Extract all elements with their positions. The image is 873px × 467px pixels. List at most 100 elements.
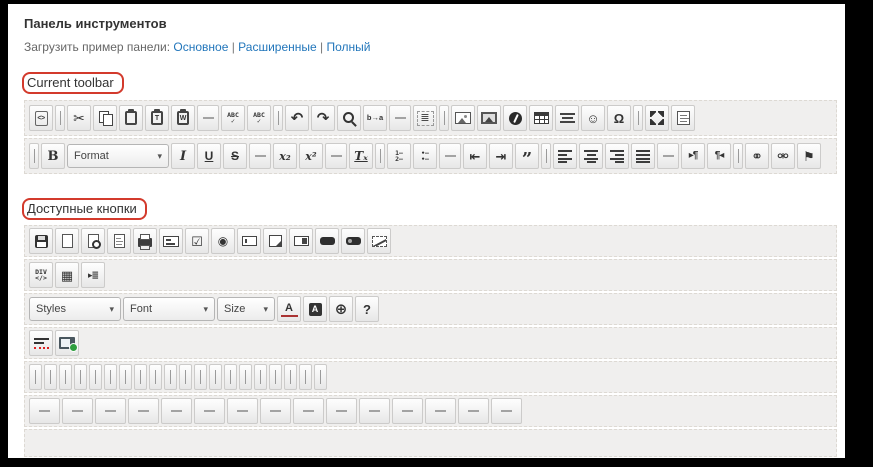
separator-button[interactable] — [179, 364, 192, 390]
separator-button[interactable] — [104, 364, 117, 390]
separator-button[interactable] — [89, 364, 102, 390]
separator-button[interactable] — [224, 364, 237, 390]
show-blocks-button[interactable] — [671, 105, 695, 131]
disabled-separator-button[interactable] — [326, 398, 357, 424]
bold-button[interactable]: B — [41, 143, 65, 169]
redo-button[interactable]: ↷ — [311, 105, 335, 131]
sample-link-0[interactable]: Основное — [173, 40, 228, 54]
image-button-button[interactable] — [341, 228, 365, 254]
source-button[interactable]: <> — [29, 105, 53, 131]
bg-color-button[interactable]: A — [303, 296, 327, 322]
disabled-separator-button[interactable] — [227, 398, 258, 424]
separator-button[interactable] — [59, 364, 72, 390]
separator-button[interactable] — [375, 143, 385, 169]
separator-button[interactable] — [273, 105, 283, 131]
disabled-separator-button[interactable] — [249, 143, 271, 169]
strike-button[interactable]: S — [223, 143, 247, 169]
about-button[interactable]: ? — [355, 296, 379, 322]
disabled-separator-button[interactable] — [293, 398, 324, 424]
sample-link-1[interactable]: Расширенные — [238, 40, 317, 54]
separator-button[interactable] — [29, 143, 39, 169]
blockquote-button[interactable]: ” — [515, 143, 539, 169]
justify-left-button[interactable] — [553, 143, 577, 169]
separator-button[interactable] — [119, 364, 132, 390]
disabled-separator-button[interactable] — [62, 398, 93, 424]
paste-word-button[interactable]: W — [171, 105, 195, 131]
bidi-rtl-button[interactable]: ¶◂ — [707, 143, 731, 169]
separator-button[interactable] — [269, 364, 282, 390]
separator-button[interactable] — [733, 143, 743, 169]
disabled-separator-button[interactable] — [29, 398, 60, 424]
separator-button[interactable] — [74, 364, 87, 390]
format-combo[interactable]: Format — [67, 144, 169, 168]
scayt-button[interactable]: ABC ✓ — [247, 105, 271, 131]
flash-button[interactable] — [503, 105, 527, 131]
paste-text-button[interactable]: T — [145, 105, 169, 131]
separator-button[interactable] — [134, 364, 147, 390]
separator-button[interactable] — [284, 364, 297, 390]
separator-button[interactable] — [439, 105, 449, 131]
separator-button[interactable] — [44, 364, 57, 390]
disabled-separator-button[interactable] — [389, 105, 411, 131]
disabled-separator-button[interactable] — [161, 398, 192, 424]
spell-underline-button[interactable] — [29, 330, 53, 356]
cut-button[interactable]: ✂ — [67, 105, 91, 131]
media-button[interactable] — [55, 330, 79, 356]
size-combo[interactable]: Size — [217, 297, 275, 321]
disabled-separator-button[interactable] — [657, 143, 679, 169]
link-button[interactable]: ⚭ — [745, 143, 769, 169]
disabled-separator-button[interactable] — [194, 398, 225, 424]
subscript-button[interactable]: x₂ — [273, 143, 297, 169]
sample-link-2[interactable]: Полный — [326, 40, 370, 54]
div-container-button[interactable]: DIV </> — [29, 262, 53, 288]
indent-button[interactable]: ⇥ — [489, 143, 513, 169]
remove-format-button[interactable]: Tₓ — [349, 143, 373, 169]
text-color-button[interactable]: A — [277, 296, 301, 322]
disabled-separator-button[interactable] — [458, 398, 489, 424]
justify-block-button[interactable] — [631, 143, 655, 169]
maximize-button[interactable] — [645, 105, 669, 131]
superscript-button[interactable]: x² — [299, 143, 323, 169]
globe-button[interactable]: ⊕ — [329, 296, 353, 322]
replace-button[interactable]: b→a — [363, 105, 387, 131]
outdent-button[interactable]: ⇤ — [463, 143, 487, 169]
undo-button[interactable]: ↶ — [285, 105, 309, 131]
italic-button[interactable]: I — [171, 143, 195, 169]
text-field-button[interactable] — [237, 228, 261, 254]
disabled-separator-button[interactable] — [325, 143, 347, 169]
language-button[interactable]: ▦ — [55, 262, 79, 288]
justify-right-button[interactable] — [605, 143, 629, 169]
smiley-button[interactable]: ☺ — [581, 105, 605, 131]
separator-button[interactable] — [149, 364, 162, 390]
bulleted-list-button[interactable]: •— •— — [413, 143, 437, 169]
numbered-list-button[interactable]: 1— 2— — [387, 143, 411, 169]
horizontal-rule-button[interactable] — [555, 105, 579, 131]
preview-button[interactable] — [81, 228, 105, 254]
separator-button[interactable] — [164, 364, 177, 390]
disabled-separator-button[interactable] — [359, 398, 390, 424]
disabled-separator-button[interactable] — [425, 398, 456, 424]
print-button[interactable] — [133, 228, 157, 254]
new-page-button[interactable] — [55, 228, 79, 254]
font-combo[interactable]: Font — [123, 297, 215, 321]
separator-button[interactable] — [29, 364, 42, 390]
separator-button[interactable] — [209, 364, 222, 390]
disabled-separator-button[interactable] — [439, 143, 461, 169]
disabled-separator-button[interactable] — [95, 398, 126, 424]
checkbox-button[interactable]: ☑ — [185, 228, 209, 254]
separator-button[interactable] — [633, 105, 643, 131]
image-button[interactable] — [451, 105, 475, 131]
anchor-button[interactable]: ⚑ — [797, 143, 821, 169]
select-field-button[interactable] — [289, 228, 313, 254]
page-break-button[interactable]: ▸≣ — [81, 262, 105, 288]
find-button[interactable] — [337, 105, 361, 131]
select-all-button[interactable]: ≣ — [413, 105, 437, 131]
spell-check-button[interactable]: ABC ✓ — [221, 105, 245, 131]
separator-button[interactable] — [314, 364, 327, 390]
disabled-separator-button[interactable] — [491, 398, 522, 424]
justify-center-button[interactable] — [579, 143, 603, 169]
paste-button[interactable] — [119, 105, 143, 131]
button-field-button[interactable] — [315, 228, 339, 254]
bidi-ltr-button[interactable]: ▸¶ — [681, 143, 705, 169]
separator-button[interactable] — [194, 364, 207, 390]
